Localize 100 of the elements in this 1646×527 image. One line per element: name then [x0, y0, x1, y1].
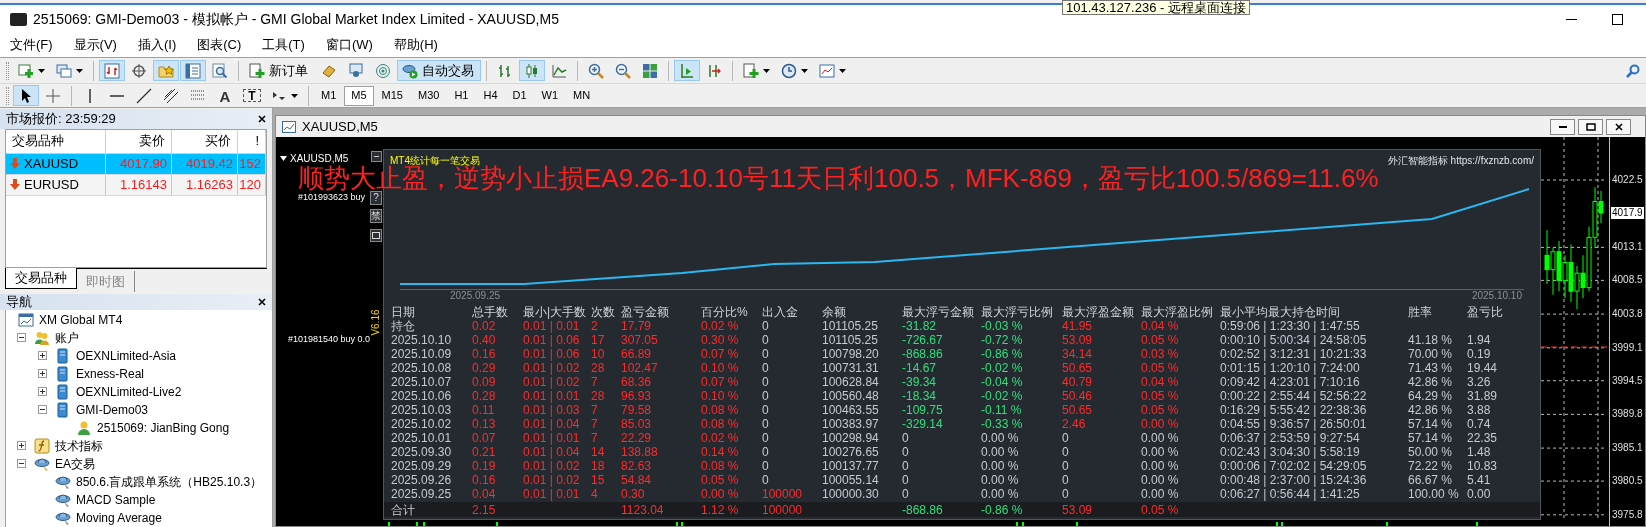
cursor-button[interactable] [13, 85, 39, 106]
tree-item[interactable]: 技术指标 [55, 437, 103, 455]
price-label: 3975.8 [1611, 508, 1644, 521]
symbol-label: XAUUSD,M5 [290, 152, 349, 165]
panel-title: 市场报价: 23:59:29 [6, 110, 116, 128]
tree-item[interactable]: XM Global MT4 [39, 311, 123, 329]
close-icon[interactable] [258, 114, 266, 123]
table-cell-text: 2025.10.02 [391, 417, 453, 431]
table-cell-text: 0.01 | 0.03 [523, 403, 581, 417]
tree-item[interactable]: 850.6.盲成跟单系统（HB25.10.3） [76, 473, 263, 491]
side-button[interactable]: 禁 [370, 209, 382, 223]
price-cell: 152 [238, 153, 266, 174]
period-button[interactable]: M5 [344, 85, 374, 106]
expand-toggle[interactable] [17, 440, 26, 450]
menu-item[interactable]: 图表(C) [189, 35, 250, 55]
table-cell-text: 0:59:06 | 1:23:30 | 1:47:55 [1220, 319, 1361, 333]
menu-item[interactable]: 文件(F) [2, 35, 61, 55]
tree-item[interactable]: Exness-Real [76, 365, 145, 383]
order-button[interactable]: 新订单 [244, 60, 315, 81]
period-button[interactable]: MN [566, 85, 598, 106]
table-cell-text: 0 [902, 445, 910, 459]
tree-item[interactable]: OEXNLimited-Live2 [76, 383, 182, 401]
column-header: 盈亏比 [1467, 304, 1504, 321]
period-button[interactable]: W1 [534, 85, 566, 106]
column-header[interactable]: 交易品种 [6, 129, 106, 153]
tree-item[interactable]: MACD Sample [76, 491, 156, 509]
menu-item[interactable]: 插入(I) [129, 35, 185, 55]
expand-toggle[interactable] [38, 350, 47, 360]
expand-toggle[interactable] [38, 404, 47, 414]
tree-item[interactable]: Moving Average [76, 509, 162, 527]
table-cell-text: 0:00:06 | 7:02:02 | 54:29:05 [1220, 459, 1368, 473]
close-icon[interactable] [258, 298, 266, 306]
expand-toggle[interactable] [17, 332, 26, 342]
table-cell-text: 0:02:43 | 3:04:30 | 5:58:19 [1220, 445, 1361, 459]
table-cell-text: 2025.10.03 [391, 403, 453, 417]
toolbar-grip [6, 61, 9, 80]
table-cell-text: 0 [1062, 487, 1070, 501]
table-cell-text: 0.00 % [1141, 417, 1180, 431]
price-cell: 1.16263 [172, 174, 238, 195]
quote-row[interactable]: XAUUSD 4017.90 4019.42 152 [6, 153, 266, 175]
table-cell-text: 4 [591, 487, 599, 501]
tree-item[interactable]: 账户 [55, 329, 79, 347]
column-header[interactable]: 卖价 [106, 129, 172, 153]
period-button[interactable]: H1 [447, 85, 476, 106]
table-cell-text: 100000.30 [822, 487, 880, 501]
tab[interactable]: 交易品种 [5, 268, 77, 289]
minimize-button[interactable] [1550, 118, 1575, 135]
column-header[interactable]: 买价 [172, 129, 238, 153]
expand-toggle[interactable] [38, 368, 47, 378]
menu-item[interactable]: 窗口(W) [317, 35, 381, 55]
side-button[interactable] [370, 229, 382, 242]
table-cell-text: 7 [591, 375, 599, 389]
period-button[interactable]: M15 [374, 85, 410, 106]
text-tool-button[interactable]: A [212, 85, 238, 106]
table-cell-text: -109.75 [902, 403, 944, 417]
expand-toggle[interactable] [17, 458, 26, 468]
table-cell-text: 28 [591, 361, 606, 375]
table-cell-text: 0.00 % [981, 473, 1020, 487]
bar-chart-icon [497, 62, 513, 79]
table-cell-text: 0 [762, 347, 770, 361]
tree-item[interactable]: 2515069: JianBing Gong [97, 419, 230, 437]
column-header: 日期 [391, 304, 416, 320]
quote-row[interactable]: EURUSD 1.16143 1.16263 120 [6, 174, 266, 196]
period-button[interactable]: M1 [314, 85, 344, 106]
table-cell-text: 41.18 % [1408, 333, 1454, 347]
tree-item[interactable]: EA交易 [55, 455, 95, 473]
table-cell-text: 0.01 | 0.04 [523, 445, 581, 459]
signal-icon [375, 62, 391, 79]
close-button[interactable] [1606, 118, 1631, 135]
candles-button[interactable] [519, 60, 545, 81]
label-tool-button[interactable]: T [239, 85, 265, 106]
table-cell-text: -0.02 % [981, 389, 1024, 403]
tree-item[interactable]: GMI-Demo03 [76, 401, 149, 419]
hat-icon [34, 456, 50, 472]
autotrade-button[interactable]: 自动交易 [397, 60, 481, 81]
side-button[interactable]: ? [370, 191, 382, 205]
line-chart-icon [551, 62, 567, 79]
tree-item[interactable]: OEXNLimited-Asia [76, 347, 177, 365]
menu-item[interactable]: 工具(T) [254, 35, 313, 55]
period-button[interactable]: M30 [410, 85, 447, 106]
market-watch-button[interactable] [99, 60, 125, 81]
column-header[interactable]: ! [238, 129, 266, 153]
terminal-button[interactable] [180, 60, 206, 81]
table-cell-text: 138.88 [621, 445, 659, 459]
close-icon [1614, 122, 1623, 131]
autoscroll-button[interactable] [674, 60, 700, 81]
collapse-button[interactable] [371, 151, 382, 162]
menu-item[interactable]: 显示(V) [65, 35, 125, 55]
table-cell-text: 0.21 [472, 445, 497, 459]
table-cell-text: 0.01 | 0.01 [523, 487, 581, 501]
expand-toggle[interactable] [38, 386, 47, 396]
menu-item[interactable]: 帮助(H) [385, 35, 446, 55]
version-label: V6.16 [368, 309, 382, 336]
table-cell-text: 2.15 [472, 502, 497, 517]
table-cell-text: 100.00 % [1408, 487, 1460, 501]
period-button[interactable]: D1 [505, 85, 534, 106]
table-cell-text: 0.02 [472, 319, 497, 333]
period-button[interactable]: H4 [476, 85, 505, 106]
search-icon[interactable] [1626, 63, 1640, 78]
restore-button[interactable] [1578, 118, 1603, 135]
